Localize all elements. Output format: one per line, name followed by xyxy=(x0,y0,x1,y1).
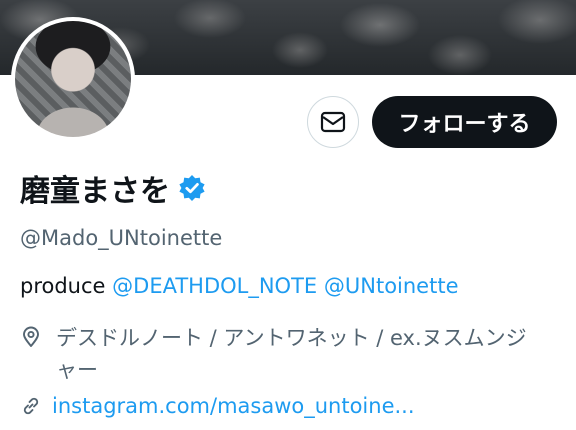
display-name-row: 磨童まさを xyxy=(20,166,206,210)
location-text: デスドルノート / アントワネット / ex.ヌスムンジャー xyxy=(56,326,527,382)
follow-button-label: フォローする xyxy=(398,112,531,137)
profile-website: instagram.com/masawo_untoine... xyxy=(20,394,415,418)
avatar[interactable] xyxy=(15,21,131,137)
website-link[interactable]: instagram.com/masawo_untoine... xyxy=(52,394,415,418)
follow-button[interactable]: フォローする xyxy=(372,96,557,148)
message-button[interactable] xyxy=(307,96,359,148)
display-name: 磨童まさを xyxy=(20,174,170,209)
envelope-icon xyxy=(320,111,346,133)
profile-location: デスドルノート / アントワネット / ex.ヌスムンジャー xyxy=(20,322,560,386)
link-icon xyxy=(23,397,39,415)
location-pin-icon xyxy=(23,326,39,347)
avatar-frame xyxy=(11,17,135,141)
user-handle: @Mado_UNtoinette xyxy=(20,226,223,250)
profile-bio: produce @DEATHDOL_NOTE @UNtoinette xyxy=(20,274,459,298)
bio-mention-deathdol-note[interactable]: @DEATHDOL_NOTE xyxy=(112,274,317,298)
bio-mention-untoinette[interactable]: @UNtoinette xyxy=(324,274,459,298)
bio-text: produce xyxy=(20,274,106,298)
verified-badge-icon[interactable] xyxy=(178,174,206,202)
